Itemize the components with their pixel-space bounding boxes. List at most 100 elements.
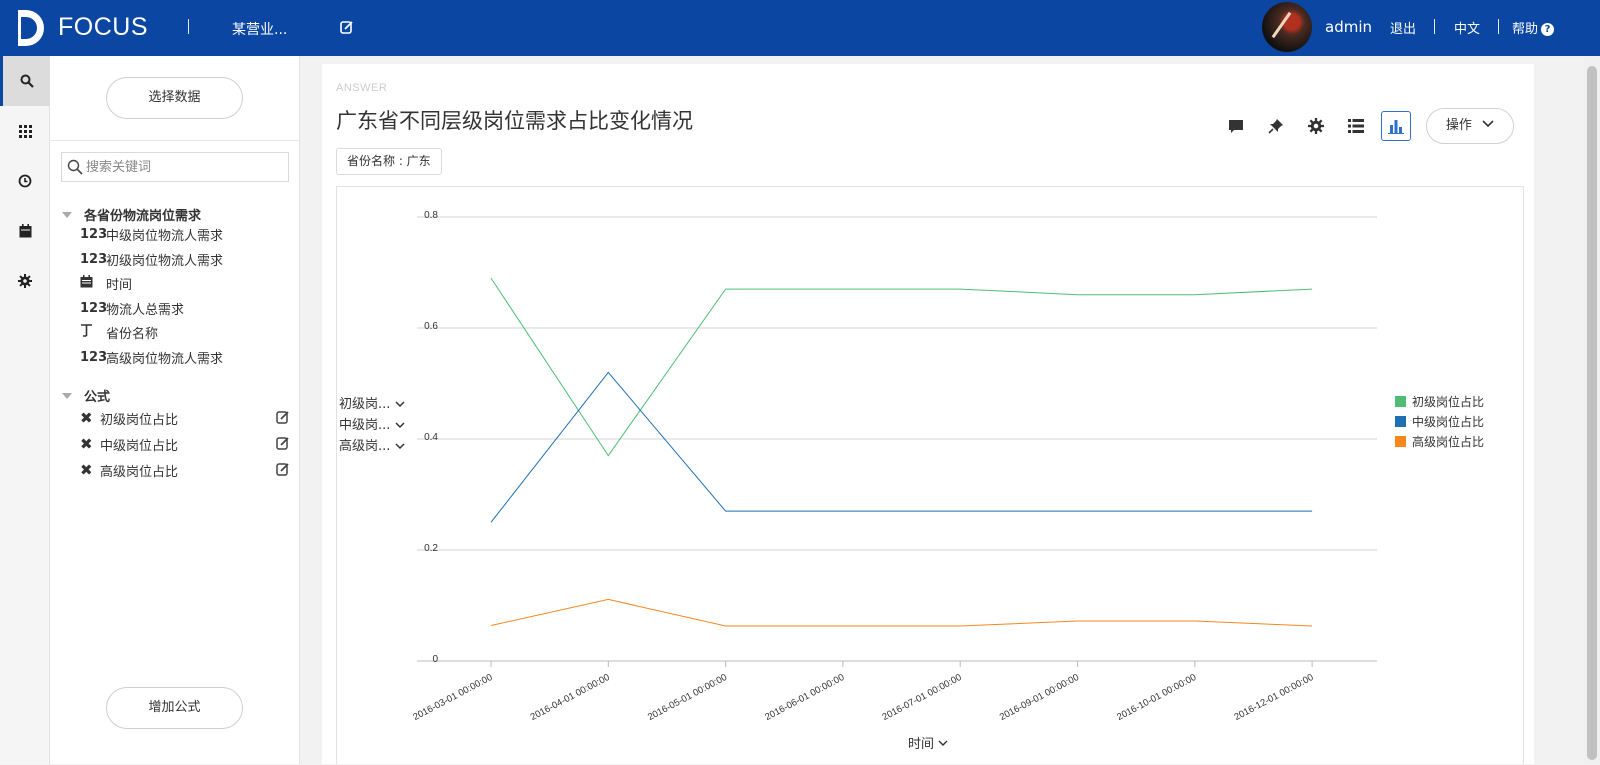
add-formula-button[interactable]: 增加公式 bbox=[106, 687, 243, 729]
measure-selector[interactable]: 初级岗... bbox=[339, 393, 405, 412]
chart-view-button[interactable] bbox=[1381, 111, 1411, 141]
y-tick-label: 0 bbox=[432, 654, 438, 665]
brand-name: FOCUS bbox=[58, 13, 148, 41]
field-label: 时间 bbox=[106, 277, 133, 293]
help-question-icon: ? bbox=[1541, 23, 1555, 36]
collapse-triangle-icon[interactable] bbox=[62, 212, 72, 218]
grid-icon bbox=[18, 124, 32, 138]
pin-icon bbox=[1268, 119, 1283, 134]
formula-label: 中级岗位占比 bbox=[100, 438, 179, 454]
rail-history[interactable] bbox=[0, 156, 50, 206]
field-item[interactable]: 时间 bbox=[80, 273, 132, 293]
chevron-down-icon bbox=[938, 740, 948, 746]
search-input[interactable] bbox=[86, 153, 286, 181]
chevron-down-icon bbox=[395, 401, 405, 408]
icon-rail bbox=[0, 56, 50, 764]
field-item[interactable]: 123 高级岗位物流人需求 bbox=[80, 347, 223, 367]
field-item[interactable]: 123 初级岗位物流人需求 bbox=[80, 249, 223, 269]
formula-label: 初级岗位占比 bbox=[100, 412, 179, 428]
current-page-name[interactable]: 某营业... bbox=[232, 19, 287, 39]
x-tick-label: 2016-10-01 00:00:00 bbox=[1115, 672, 1198, 723]
edit-formula-icon[interactable] bbox=[276, 436, 290, 450]
x-tick-label: 2016-07-01 00:00:00 bbox=[881, 672, 964, 723]
delete-formula-icon[interactable]: ✖ bbox=[80, 409, 100, 427]
divider bbox=[50, 140, 300, 141]
x-axis-label: 时间 bbox=[908, 737, 934, 752]
select-data-button[interactable]: 选择数据 bbox=[106, 77, 243, 119]
formula-item[interactable]: ✖ 初级岗位占比 bbox=[80, 407, 290, 429]
vertical-scrollbar[interactable] bbox=[1584, 56, 1600, 764]
page-title: 广东省不同层级岗位需求占比变化情况 bbox=[336, 109, 693, 133]
x-tick-label: 2016-09-01 00:00:00 bbox=[998, 672, 1081, 723]
bar-chart-icon bbox=[1388, 119, 1404, 134]
chart-container: 0 0.2 0.4 0.6 0.8 2016-03-01 00:00:00 2016-04-… bbox=[336, 186, 1524, 764]
help-label: 帮助 bbox=[1512, 22, 1539, 37]
measure-label: 中级岗... bbox=[339, 418, 391, 433]
field-label: 初级岗位物流人需求 bbox=[106, 253, 224, 269]
edit-formula-icon[interactable] bbox=[276, 462, 290, 476]
field-item[interactable]: 123 物流人总需求 bbox=[80, 298, 184, 318]
collapse-triangle-icon[interactable] bbox=[62, 393, 72, 399]
measure-label: 初级岗... bbox=[339, 397, 391, 412]
edit-formula-icon[interactable] bbox=[276, 410, 290, 424]
divider bbox=[188, 19, 189, 34]
measure-selector[interactable]: 中级岗... bbox=[339, 414, 405, 433]
gear-icon bbox=[18, 274, 32, 288]
number-type-icon: 123 bbox=[80, 300, 108, 316]
scrollbar-thumb[interactable] bbox=[1587, 66, 1597, 760]
y-tick-label: 0.6 bbox=[424, 321, 438, 332]
username[interactable]: admin bbox=[1325, 18, 1372, 36]
text-type-icon bbox=[81, 324, 92, 337]
delete-formula-icon[interactable]: ✖ bbox=[80, 435, 100, 453]
formula-group-title[interactable]: 公式 bbox=[62, 386, 110, 405]
filter-chip[interactable]: 省份名称 : 广东 bbox=[336, 148, 442, 175]
rail-search[interactable] bbox=[0, 56, 50, 106]
series-line bbox=[490, 277, 1313, 457]
gear-icon bbox=[1308, 118, 1324, 134]
number-type-icon: 123 bbox=[80, 251, 108, 267]
search-icon bbox=[20, 74, 34, 88]
pin-button[interactable] bbox=[1261, 111, 1291, 141]
operations-dropdown[interactable]: 操作 bbox=[1426, 108, 1514, 144]
formula-label: 高级岗位占比 bbox=[100, 464, 179, 480]
formula-item[interactable]: ✖ 中级岗位占比 bbox=[80, 433, 290, 455]
y-tick-label: 0.2 bbox=[424, 543, 438, 554]
y-tick-label: 0.4 bbox=[424, 432, 438, 443]
x-tick-label: 2016-06-01 00:00:00 bbox=[763, 672, 846, 723]
help-link[interactable]: 帮助? bbox=[1512, 18, 1555, 37]
language-switch[interactable]: 中文 bbox=[1454, 18, 1480, 37]
data-panel: 选择数据 各省份物流岗位需求 123中级岗位物流人需求 123初级岗位物流人需求… bbox=[50, 56, 300, 764]
legend-swatch bbox=[1395, 396, 1406, 407]
rail-calendar[interactable] bbox=[0, 206, 50, 256]
formula-item[interactable]: ✖ 高级岗位占比 bbox=[80, 459, 290, 481]
divider bbox=[1498, 19, 1499, 34]
focus-logo-icon[interactable] bbox=[12, 8, 48, 48]
rail-apps[interactable] bbox=[0, 106, 50, 156]
search-icon bbox=[67, 159, 83, 175]
series-line bbox=[490, 598, 1313, 627]
x-tick-label: 2016-03-01 00:00:00 bbox=[411, 672, 494, 723]
edit-icon[interactable] bbox=[340, 20, 354, 34]
rail-settings[interactable] bbox=[0, 256, 50, 306]
settings-button[interactable] bbox=[1301, 111, 1331, 141]
field-item[interactable]: 123 中级岗位物流人需求 bbox=[80, 224, 223, 244]
comment-icon bbox=[1229, 119, 1243, 133]
table-view-button[interactable] bbox=[1341, 111, 1371, 141]
field-item[interactable]: 省份名称 bbox=[80, 322, 158, 342]
search-box bbox=[61, 152, 289, 182]
table-group-title[interactable]: 各省份物流岗位需求 bbox=[62, 205, 201, 224]
avatar[interactable] bbox=[1262, 2, 1312, 52]
field-label: 物流人总需求 bbox=[106, 302, 185, 318]
chevron-down-icon bbox=[395, 443, 405, 450]
delete-formula-icon[interactable]: ✖ bbox=[80, 461, 100, 479]
measure-label: 高级岗... bbox=[339, 439, 391, 454]
measure-selector[interactable]: 高级岗... bbox=[339, 435, 405, 454]
chevron-down-icon bbox=[395, 422, 405, 429]
comment-button[interactable] bbox=[1221, 111, 1251, 141]
y-tick-label: 0.8 bbox=[424, 210, 438, 221]
clock-icon bbox=[18, 174, 32, 188]
chevron-down-icon bbox=[1482, 120, 1494, 128]
logout-link[interactable]: 退出 bbox=[1390, 18, 1416, 37]
calendar-icon bbox=[19, 224, 31, 238]
number-type-icon: 123 bbox=[80, 349, 108, 365]
